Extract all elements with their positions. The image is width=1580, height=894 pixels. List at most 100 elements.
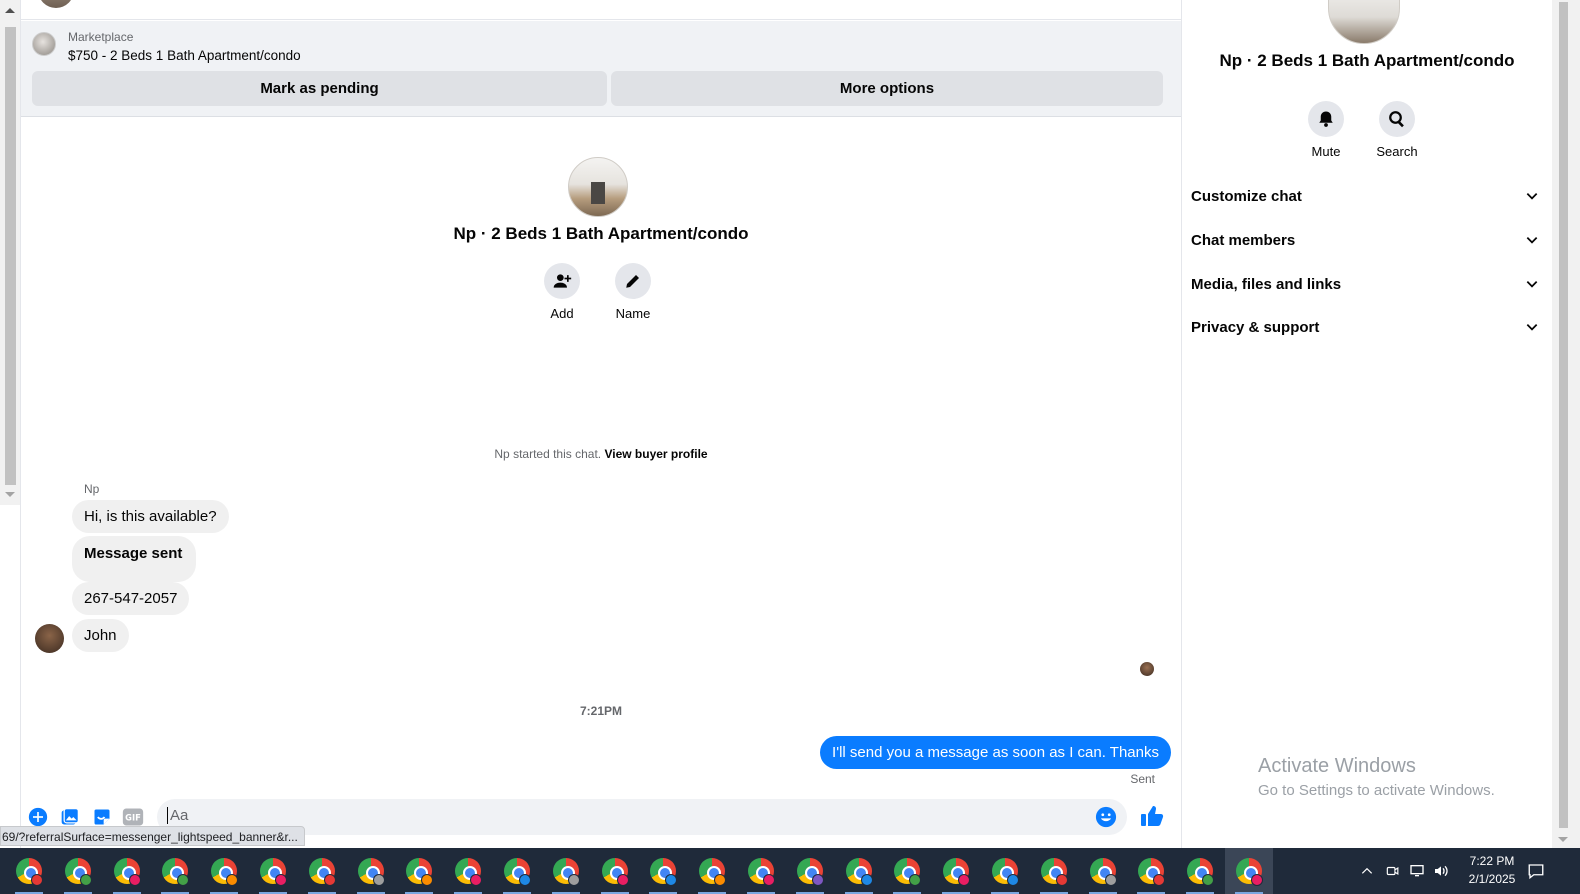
gif-icon[interactable]: GIF [122, 806, 144, 828]
search-icon[interactable] [1379, 101, 1415, 137]
add-people-action[interactable]: Add [532, 263, 592, 321]
sender-name: Np [84, 482, 100, 496]
taskbar-chrome-window[interactable] [347, 848, 395, 894]
watermark-title: Activate Windows [1258, 755, 1416, 777]
taskbar-chrome-window[interactable] [249, 848, 297, 894]
thumbs-up-icon[interactable] [1140, 804, 1164, 833]
taskbar-chrome-window[interactable] [151, 848, 199, 894]
taskbar-chrome-window[interactable] [883, 848, 931, 894]
taskbar-chrome-window[interactable] [1030, 848, 1078, 894]
sender-avatar[interactable] [35, 624, 64, 653]
taskbar-chrome-window[interactable] [54, 848, 102, 894]
message-bubble-out[interactable]: I'll send you a message as soon as I can… [820, 736, 1171, 769]
time-separator: 7:21PM [579, 704, 623, 718]
name-chat-action[interactable]: Name [603, 263, 663, 321]
profile-badge-icon [79, 874, 92, 886]
profile-badge-icon [616, 874, 629, 886]
taskbar-chrome-window[interactable] [1176, 848, 1224, 894]
watermark-subtitle: Go to Settings to activate Windows. [1258, 782, 1495, 799]
profile-badge-icon [1251, 874, 1263, 886]
pencil-icon[interactable] [615, 263, 651, 299]
meet-now-icon[interactable] [1385, 848, 1399, 894]
add-person-icon[interactable] [544, 263, 580, 299]
customize-chat-section[interactable]: Customize chat [1191, 176, 1543, 216]
profile-badge-icon [1055, 874, 1068, 886]
taskbar-chrome-window[interactable] [298, 848, 346, 894]
taskbar-chrome-window[interactable] [103, 848, 151, 894]
taskbar-chrome-window[interactable] [5, 848, 53, 894]
profile-badge-icon [519, 874, 531, 886]
photo-icon[interactable] [59, 806, 81, 828]
mute-label: Mute [1311, 144, 1341, 159]
section-label: Media, files and links [1191, 275, 1342, 293]
started-text: Np started this chat. [494, 447, 602, 461]
taskbar-chrome-window[interactable] [444, 848, 492, 894]
taskbar-chrome-window[interactable] [1127, 848, 1175, 894]
mark-as-pending-button[interactable]: Mark as pending [32, 71, 607, 106]
emoji-icon[interactable] [1095, 806, 1117, 833]
profile-badge-icon [665, 874, 678, 886]
taskbar-chrome-window[interactable] [1079, 848, 1127, 894]
taskbar-chrome-window[interactable] [932, 848, 980, 894]
message-bubble-in[interactable]: Hi, is this available? [72, 500, 229, 533]
message-bubble-in[interactable]: 267-547-2057 [72, 582, 190, 615]
profile-badge-icon [1153, 874, 1166, 886]
taskbar-chrome-window[interactable] [200, 848, 248, 894]
notification-icon[interactable] [1526, 848, 1546, 894]
plus-circle-icon[interactable] [27, 806, 49, 828]
volume-icon[interactable] [1432, 848, 1450, 894]
scroll-thumb[interactable] [5, 27, 16, 485]
profile-badge-icon [909, 874, 922, 886]
scroll-down-arrow[interactable] [5, 492, 15, 497]
taskbar-chrome-window[interactable] [591, 848, 639, 894]
page-scrollbar[interactable] [0, 0, 20, 505]
svg-text:GIF: GIF [125, 812, 141, 822]
taskbar-chrome-window[interactable] [786, 848, 834, 894]
taskbar-chrome-window[interactable] [542, 848, 590, 894]
name-label: Name [615, 306, 651, 321]
sent-status: Sent [1130, 772, 1155, 786]
profile-badge-icon [128, 874, 141, 886]
message-bubble-in[interactable]: John [72, 619, 129, 652]
chat-panel: Marketplace $750 - 2 Beds 1 Bath Apartme… [20, 0, 1182, 848]
system-clock[interactable]: 7:22 PM 2/1/2025 [1452, 852, 1532, 888]
taskbar-chrome-window[interactable] [395, 848, 443, 894]
listing-thumbnail[interactable] [32, 32, 56, 56]
profile-badge-icon [567, 874, 580, 886]
message-input[interactable] [167, 807, 1087, 824]
section-label: Chat members [1191, 231, 1296, 249]
link-preview-url: 69/?referralSurface=messenger_lightspeed… [0, 826, 305, 846]
bell-icon[interactable] [1308, 101, 1344, 137]
scroll-up-arrow[interactable] [5, 8, 15, 13]
more-options-button[interactable]: More options [611, 71, 1163, 106]
chat-members-section[interactable]: Chat members [1191, 220, 1543, 260]
listing-title[interactable]: $750 - 2 Beds 1 Bath Apartment/condo [68, 48, 301, 63]
network-icon[interactable] [1408, 848, 1426, 894]
seen-indicator-avatar [1140, 662, 1154, 676]
clock-date: 2/1/2025 [1468, 872, 1516, 886]
chevron-down-icon [1526, 281, 1538, 288]
taskbar-chrome-window[interactable] [737, 848, 785, 894]
media-files-links-section[interactable]: Media, files and links [1191, 264, 1543, 304]
message-bubble-in[interactable]: Message sent [72, 536, 197, 582]
profile-badge-icon [1202, 874, 1215, 886]
window-scrollbar[interactable] [1552, 0, 1580, 848]
clock-time: 7:22 PM [1469, 854, 1515, 868]
taskbar-chrome-window[interactable] [688, 848, 736, 894]
taskbar-chrome-window[interactable] [981, 848, 1029, 894]
partial-avatar [38, 0, 74, 8]
search-action[interactable]: Search [1362, 101, 1432, 159]
taskbar-chrome-window[interactable] [1225, 848, 1273, 894]
privacy-support-section[interactable]: Privacy & support [1191, 307, 1543, 347]
taskbar-chrome-window[interactable] [639, 848, 687, 894]
sticker-icon[interactable] [91, 806, 113, 828]
chevron-up-icon[interactable] [1360, 848, 1374, 894]
taskbar-chrome-window[interactable] [835, 848, 883, 894]
scroll-thumb[interactable] [1559, 2, 1568, 828]
mute-action[interactable]: Mute [1291, 101, 1361, 159]
taskbar-chrome-window[interactable] [493, 848, 541, 894]
taskbar: 7:22 PM 2/1/2025 [0, 848, 1580, 894]
profile-badge-icon [763, 874, 775, 886]
scroll-down-arrow[interactable] [1558, 837, 1568, 842]
view-buyer-profile-link[interactable]: View buyer profile [604, 447, 707, 461]
